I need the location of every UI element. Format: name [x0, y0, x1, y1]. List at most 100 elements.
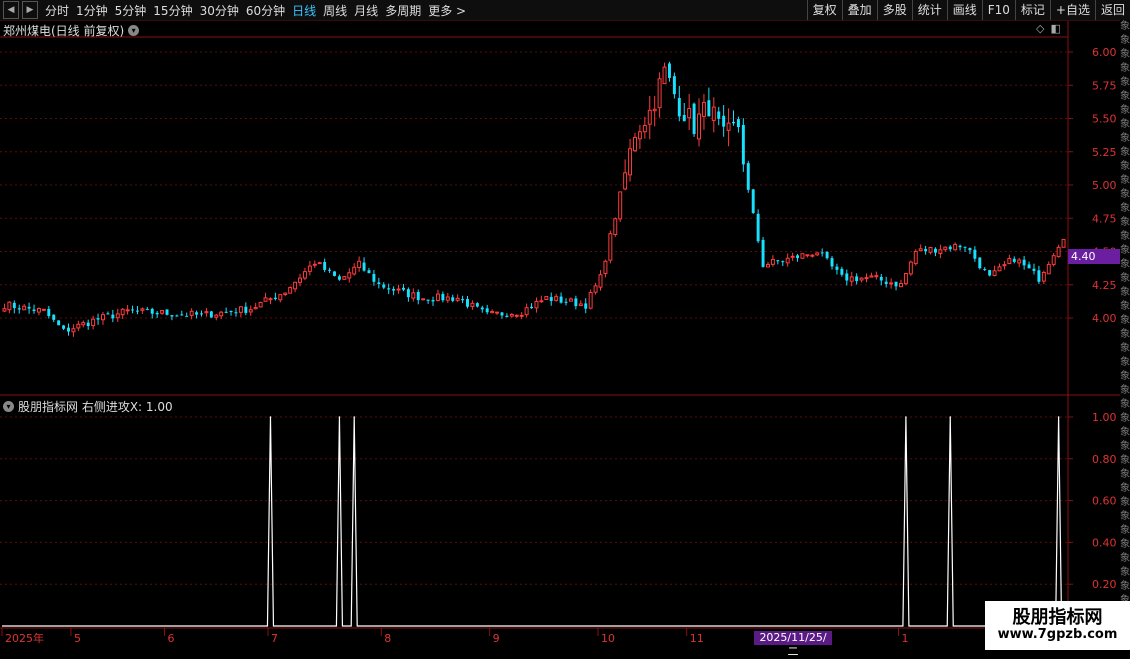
- candle-body: [978, 257, 982, 269]
- candle-body: [633, 136, 637, 152]
- candle-body: [840, 268, 844, 275]
- candle-body: [859, 277, 864, 281]
- candle-body: [726, 122, 731, 131]
- candle-body: [983, 269, 987, 271]
- period-tab-3[interactable]: 15分钟: [153, 2, 192, 19]
- candle-body: [317, 262, 322, 265]
- candle-body: [988, 270, 992, 276]
- candle-body: [441, 293, 445, 301]
- price-tick-label: 4.00: [1092, 312, 1117, 325]
- candle-body: [647, 109, 652, 125]
- xaxis-tick-label: 10: [601, 632, 615, 645]
- candle-body: [637, 131, 642, 140]
- candle-body: [835, 266, 839, 270]
- candle-body: [1051, 255, 1056, 265]
- candle-body: [968, 248, 972, 251]
- xaxis-tick-label: 2025年: [5, 631, 44, 645]
- side-panel-edge[interactable]: 象象象象象象象象象象象象象象象象象象象象象象象象象象象象象象象象象象象象象象象象…: [1120, 20, 1130, 650]
- period-tab-7[interactable]: 周线: [323, 2, 347, 19]
- candle-body: [466, 299, 469, 307]
- candle-body: [884, 281, 888, 284]
- candle-body: [810, 254, 815, 257]
- period-tab-4[interactable]: 30分钟: [200, 2, 239, 19]
- indicator-tick-label: 1.00: [1092, 411, 1117, 424]
- candle-body: [204, 311, 209, 314]
- current-price-tag: 4.40: [1068, 249, 1120, 264]
- candle-body: [224, 311, 228, 313]
- candle-body: [869, 275, 874, 278]
- period-tab-5[interactable]: 60分钟: [246, 2, 285, 19]
- candle-body: [973, 249, 977, 259]
- candle-body: [475, 303, 479, 307]
- candle-body: [485, 308, 489, 313]
- nav-prev-button[interactable]: ◀: [3, 1, 19, 19]
- candle-body: [47, 308, 51, 316]
- stock-title-label: 郑州煤电(日线 前复权): [3, 24, 125, 38]
- period-tab-6[interactable]: 日线: [292, 2, 316, 19]
- stock-title[interactable]: 郑州煤电(日线 前复权) ▾: [3, 22, 140, 39]
- period-tab-1[interactable]: 1分钟: [76, 2, 108, 19]
- candle-body: [396, 288, 401, 291]
- candle-body: [426, 299, 430, 301]
- xaxis-tick-label: 9: [493, 632, 500, 645]
- top-right-icons: ◇ ◧: [1036, 22, 1061, 35]
- candle-body: [519, 314, 524, 317]
- candle-body: [455, 297, 460, 301]
- candle-body: [342, 276, 347, 280]
- candle-body: [490, 311, 495, 314]
- toolbar-button-6[interactable]: 标记: [1014, 0, 1050, 20]
- toolbar-button-5[interactable]: F10: [981, 0, 1015, 20]
- xaxis-tick-label: 11: [690, 632, 704, 645]
- period-tab-10[interactable]: 更多 >: [428, 2, 466, 19]
- period-tab-8[interactable]: 月线: [354, 2, 378, 19]
- candle-body: [41, 308, 46, 311]
- candle-body: [628, 148, 633, 176]
- diamond-icon[interactable]: ◇: [1036, 22, 1044, 35]
- chevron-down-icon[interactable]: ▾: [128, 25, 140, 36]
- chart-canvas[interactable]: 4.004.254.504.755.005.255.505.756.000.20…: [0, 0, 1130, 650]
- candle-body: [337, 276, 341, 280]
- nav-next-button[interactable]: ▶: [22, 1, 38, 19]
- candle-body: [672, 76, 676, 95]
- indicator-tick-label: 0.40: [1092, 536, 1117, 549]
- period-tab-9[interactable]: 多周期: [385, 2, 421, 19]
- candle-body: [534, 300, 539, 309]
- toolbar-button-8[interactable]: 返回: [1094, 0, 1130, 20]
- candle-body: [111, 314, 115, 319]
- candle-body: [997, 266, 1002, 272]
- toolbar: ◀ ▶ 分时 1分钟 5分钟 15分钟 30分钟 60分钟 日线 周线 月线 多周期 更多 > 复权…: [0, 0, 1130, 21]
- indicator-title[interactable]: ▾ 股朋指标网 右侧进攻X: 1.00: [3, 398, 173, 415]
- toolbar-button-3[interactable]: 统计: [911, 0, 947, 20]
- toolbar-button-7[interactable]: +自选: [1049, 0, 1095, 20]
- candle-body: [2, 308, 7, 312]
- candle-body: [377, 282, 381, 285]
- candle-body: [431, 299, 435, 302]
- candle-body: [790, 255, 795, 258]
- toolbar-button-0[interactable]: 复权: [806, 0, 842, 20]
- candle-body: [323, 262, 327, 270]
- chevron-down-icon[interactable]: ▾: [3, 401, 14, 412]
- candle-body: [913, 250, 918, 264]
- candle-body: [889, 282, 894, 285]
- period-tab-0[interactable]: 分时: [45, 2, 69, 19]
- candle-body: [1022, 259, 1026, 266]
- xaxis-tick-label: 6: [168, 632, 175, 645]
- toolbar-button-4[interactable]: 画线: [946, 0, 982, 20]
- toolbar-button-2[interactable]: 多股: [876, 0, 912, 20]
- candle-body: [135, 310, 139, 312]
- candle-body: [495, 311, 500, 314]
- candle-body: [406, 289, 410, 298]
- candle-body: [544, 296, 549, 300]
- candle-body: [357, 260, 362, 269]
- toolbar-button-1[interactable]: 叠加: [841, 0, 877, 20]
- candle-body: [568, 298, 573, 302]
- candle-body: [938, 249, 943, 254]
- candle-body: [12, 302, 16, 309]
- watermark-url: www.7gpzb.com: [997, 627, 1118, 642]
- candle-body: [96, 318, 100, 320]
- panel-toggle-icon[interactable]: ◧: [1050, 22, 1060, 35]
- period-tab-2[interactable]: 5分钟: [115, 2, 147, 19]
- candle-body: [657, 78, 662, 109]
- candle-body: [855, 276, 859, 282]
- candle-body: [584, 303, 588, 309]
